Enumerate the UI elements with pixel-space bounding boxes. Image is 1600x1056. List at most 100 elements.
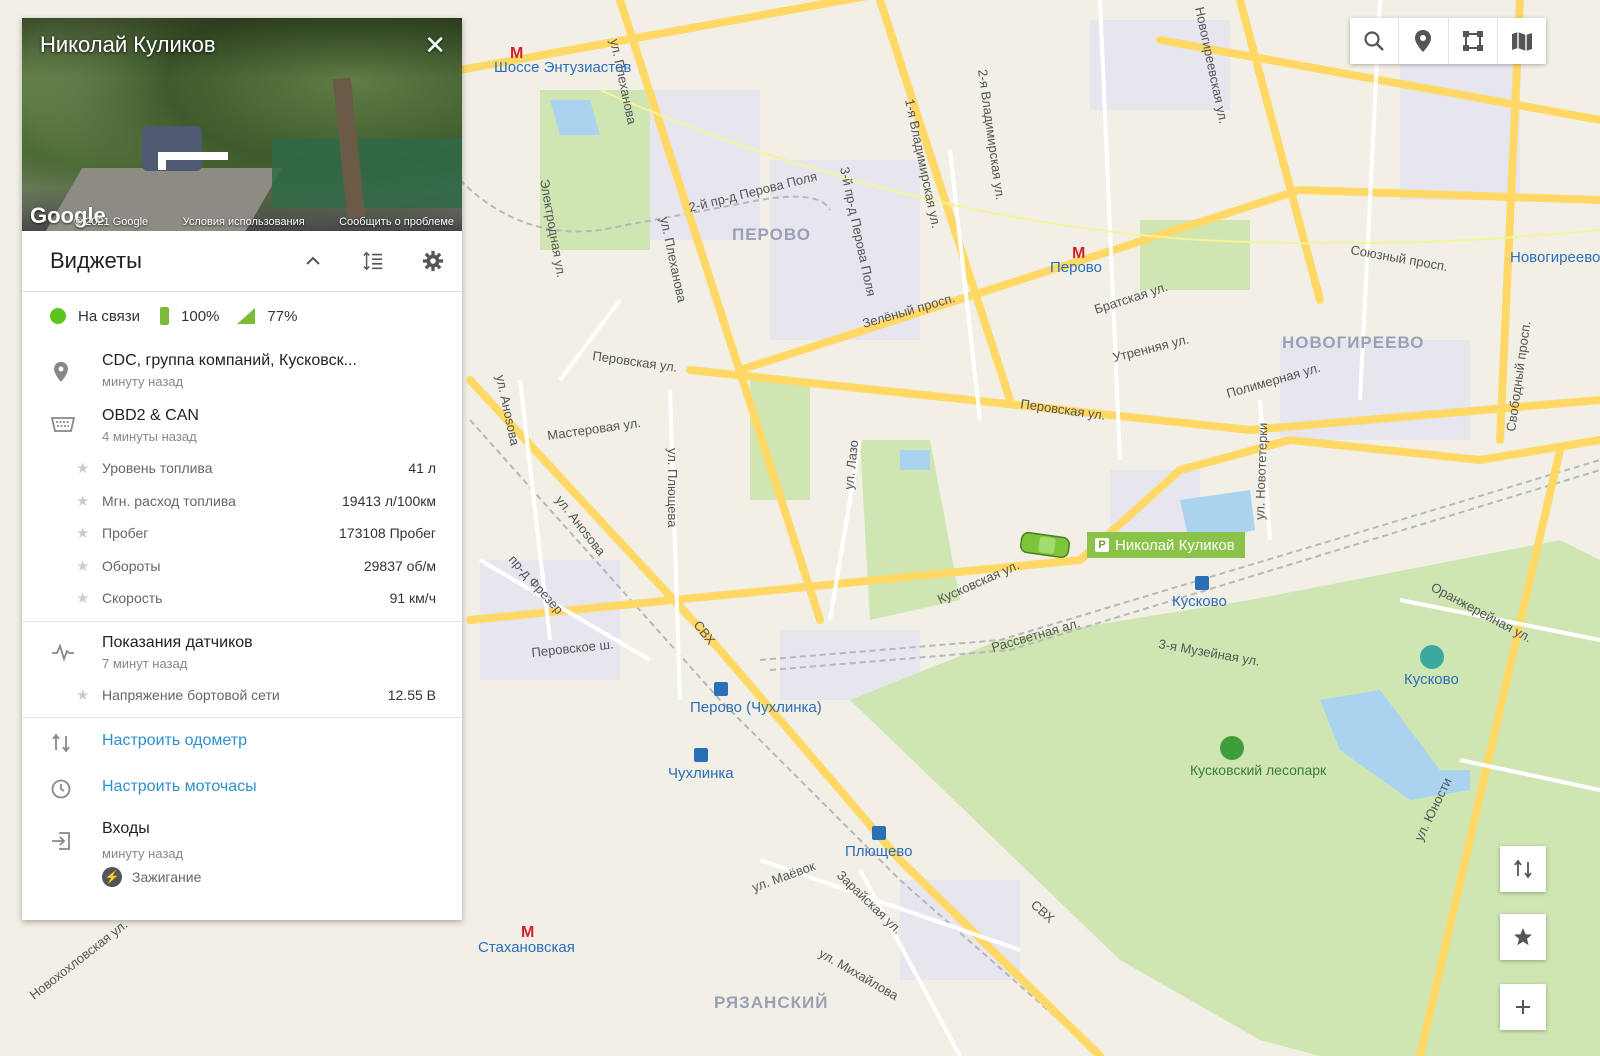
divider: [22, 717, 462, 718]
sensor-row[interactable]: ★ Пробег 173108 Пробег: [22, 517, 462, 550]
district-label: РЯЗАНСКИЙ: [714, 993, 828, 1012]
museum-icon[interactable]: [1420, 645, 1444, 669]
sensor-row[interactable]: ★ Уровень топлива 41 л: [22, 452, 462, 485]
divider: [22, 620, 462, 622]
district-label: ПЕРОВО: [732, 225, 811, 244]
favorite-star-icon[interactable]: ★: [76, 686, 92, 704]
sensor-row[interactable]: ★ Скорость 91 км/ч: [22, 582, 462, 615]
favorite-star-icon[interactable]: ★: [76, 524, 92, 542]
map-layers-button[interactable]: [1498, 18, 1546, 64]
rail-station-icon[interactable]: [694, 748, 708, 762]
favorite-star-icon[interactable]: ★: [76, 492, 92, 510]
timer-icon: [51, 779, 71, 799]
favorite-star-icon[interactable]: ★: [76, 459, 92, 477]
sensor-value: 29837 об/м: [363, 557, 436, 574]
collapse-button[interactable]: [302, 250, 324, 272]
inputs-section[interactable]: Входы минуту назад ⚡ Зажигание: [22, 820, 462, 887]
signal-icon: [237, 308, 256, 324]
sensors-section[interactable]: Показания датчиков 7 минут назад: [22, 634, 462, 671]
online-status-dot: [50, 308, 66, 324]
sensor-value: 12.55 В: [387, 686, 436, 703]
gear-icon: [422, 250, 444, 272]
street-view-photo[interactable]: Николай Куликов ✕ Google © 2021 Google У…: [22, 18, 462, 231]
favorite-star-icon[interactable]: ★: [76, 557, 92, 575]
obd-title: OBD2 & CAN: [102, 407, 199, 424]
motohours-section[interactable]: Настроить моточасы: [22, 778, 462, 800]
configure-motohours-link[interactable]: Настроить моточасы: [102, 778, 462, 796]
configure-odometer-link[interactable]: Настроить одометр: [102, 732, 462, 750]
close-button[interactable]: ✕: [424, 30, 446, 61]
arrows-updown-icon: [1514, 859, 1532, 879]
sensor-label: Обороты: [102, 557, 161, 574]
district-label: НОВОГИРЕЕВО: [1282, 333, 1425, 352]
location-pin-icon: [54, 362, 68, 382]
svg-text:M: M: [1072, 245, 1085, 262]
sensor-value: 91 км/ч: [389, 590, 436, 607]
terms-link[interactable]: Условия использования: [183, 216, 305, 228]
street-label: ул. Плющева: [665, 448, 680, 528]
lightning-icon: ⚡: [102, 867, 122, 887]
sensor-row[interactable]: ★ Обороты 29837 об/м: [22, 550, 462, 583]
sensor-row[interactable]: ★ Напряжение бортовой сети 12.55 В: [22, 679, 462, 712]
settings-button[interactable]: [422, 250, 444, 272]
favorite-star-icon[interactable]: ★: [76, 589, 92, 607]
obd-time: 4 минуты назад: [102, 429, 197, 444]
sensor-row[interactable]: ★ Мгн. расход топлива 19413 л/100км: [22, 485, 462, 518]
station-label: Плющево: [845, 843, 912, 860]
geofence-button[interactable]: [1449, 18, 1498, 64]
parking-icon: P: [1095, 538, 1109, 552]
sensor-value: 173108 Пробег: [339, 525, 436, 542]
obd-rows: ★ Уровень топлива 41 л ★ Мгн. расход топлив…: [22, 452, 462, 615]
map-toolbar: [1350, 18, 1546, 64]
rail-station-icon[interactable]: [1195, 576, 1209, 590]
metro-marker[interactable]: M: [521, 924, 534, 941]
svg-text:M: M: [510, 45, 523, 62]
station-label: Перово (Чухлинка): [690, 699, 822, 716]
chevron-up-icon: [306, 256, 320, 265]
zoom-in-button[interactable]: [1500, 984, 1546, 1030]
station-label: Кусково: [1404, 671, 1459, 688]
location-section[interactable]: CDC, группа компаний, Кусковск... минуту…: [22, 352, 462, 389]
park-tree-icon[interactable]: [1220, 736, 1244, 760]
vehicle-name: Николай Куликов: [1115, 536, 1235, 554]
metro-marker[interactable]: M: [1072, 245, 1085, 262]
metro-marker[interactable]: M: [510, 45, 523, 62]
rail-station-icon[interactable]: [872, 826, 886, 840]
vehicle-panel: Николай Куликов ✕ Google © 2021 Google У…: [22, 18, 462, 920]
search-icon: [1364, 31, 1384, 51]
sensor-label: Уровень топлива: [102, 460, 213, 477]
station-label: Стахановская: [478, 939, 575, 956]
pulse-icon: [52, 642, 74, 662]
rail-station-icon[interactable]: [714, 682, 728, 696]
connection-status: На связи: [78, 307, 141, 325]
street-view-title: Николай Куликов: [40, 32, 216, 57]
location-time: минуту назад: [102, 374, 184, 389]
park-label: Кусковский лесопарк: [1190, 762, 1327, 778]
svg-text:M: M: [521, 924, 534, 941]
favorites-button[interactable]: [1500, 914, 1546, 960]
search-button[interactable]: [1350, 18, 1400, 64]
inputs-time: минуту назад: [102, 846, 184, 861]
star-icon: [1514, 928, 1532, 946]
odometer-section[interactable]: Настроить одометр: [22, 732, 462, 754]
station-label: Кусково: [1172, 593, 1227, 610]
ignition-label: Зажигание: [132, 869, 202, 885]
station-label: Чухлинка: [668, 765, 734, 782]
station-label: Новогиреево: [1510, 249, 1600, 266]
sensor-label: Мгн. расход топлива: [102, 492, 236, 509]
obd-section[interactable]: OBD2 & CAN 4 минуты назад: [22, 407, 462, 444]
report-problem-link[interactable]: Сообщить о проблеме: [339, 216, 454, 228]
copyright-text: © 2021 Google: [74, 216, 149, 228]
widgets-title: Виджеты: [50, 248, 142, 273]
location-button[interactable]: [1399, 18, 1449, 64]
sensors-title: Показания датчиков: [102, 633, 253, 651]
vehicle-map-label[interactable]: P Николай Куликов: [1087, 532, 1245, 558]
sensor-value: 19413 л/100км: [342, 492, 436, 509]
odometer-side-button[interactable]: [1500, 846, 1546, 892]
login-icon: [52, 832, 70, 850]
sensor-label: Напряжение бортовой сети: [102, 686, 280, 703]
street-view-arrow[interactable]: [160, 152, 228, 160]
sort-button[interactable]: [362, 250, 384, 272]
map-icon: [1511, 32, 1532, 51]
sensors-time: 7 минут назад: [102, 655, 188, 671]
